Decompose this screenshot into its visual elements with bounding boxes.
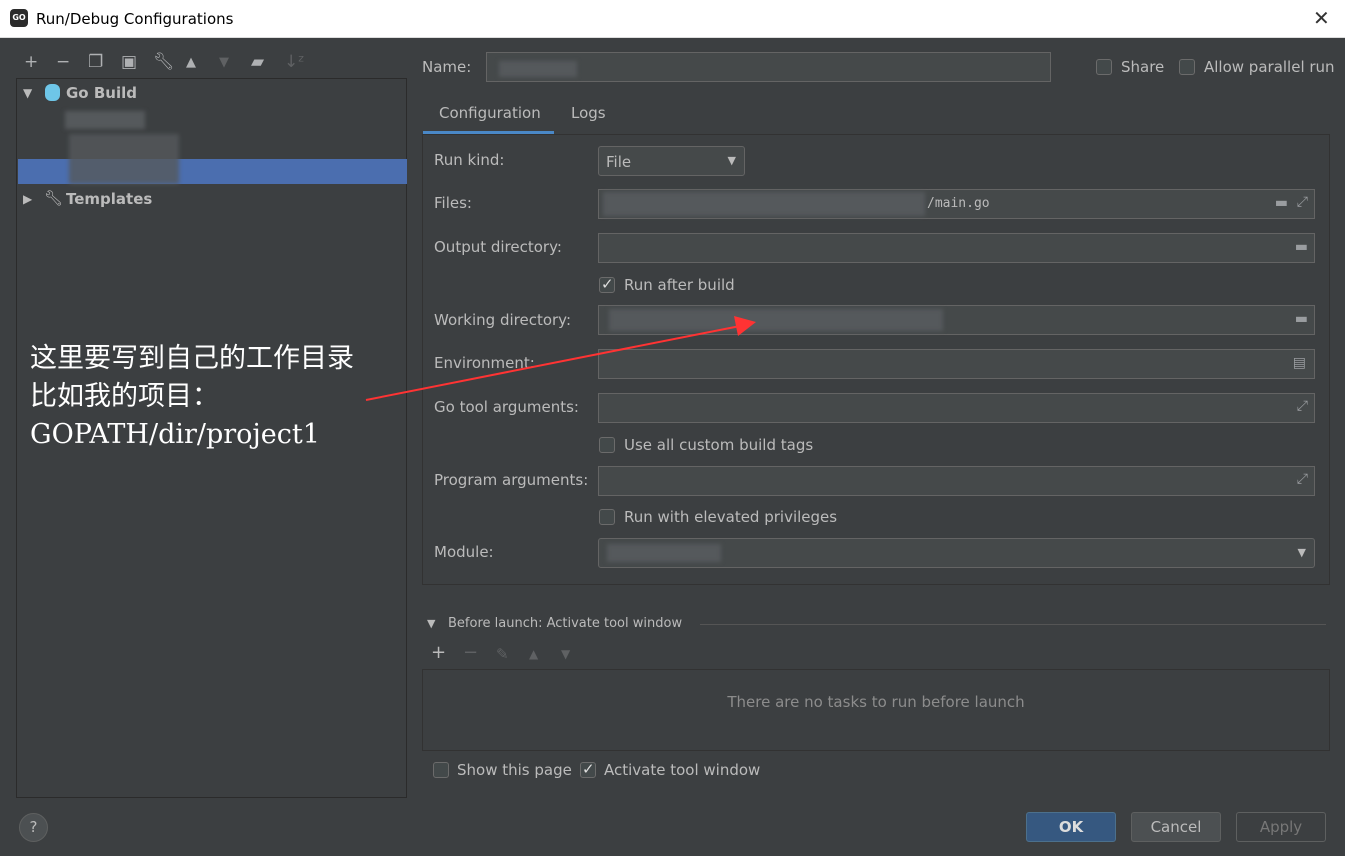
annotation-arrow <box>365 316 756 401</box>
